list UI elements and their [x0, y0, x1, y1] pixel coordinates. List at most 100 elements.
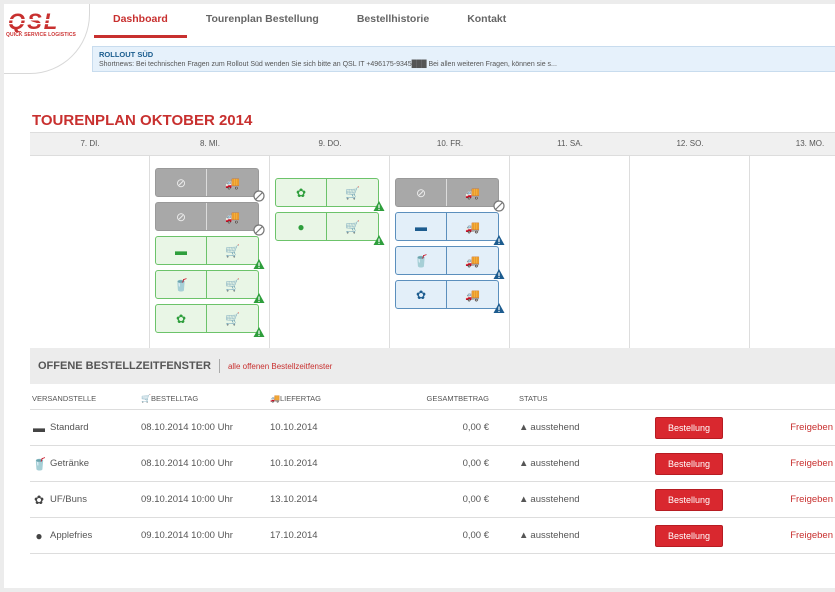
- burger-icon: ▬: [156, 237, 207, 264]
- drink-icon: 🥤: [396, 247, 447, 274]
- burger-icon: ▬: [396, 213, 447, 240]
- tour-tile-order[interactable]: ● 🛒: [275, 212, 385, 245]
- divider: [218, 359, 220, 373]
- day-column: ⊘ 🚚 ▬ 🚚 🥤 🚚 ✿ 🚚: [390, 156, 510, 348]
- truck-icon: 🚚: [225, 209, 240, 224]
- freigeben-link[interactable]: Freigeben: [760, 458, 835, 469]
- col-header-label: LIEFERTAG: [279, 394, 321, 403]
- cell-versandstelle: ▬ Standard: [30, 421, 141, 435]
- tour-tile-delivery[interactable]: ✿ 🚚: [395, 280, 505, 313]
- logo-subtitle: QUICK SERVICE LOGISTICS: [6, 32, 76, 38]
- cart-icon: 🛒: [141, 394, 151, 403]
- cell-versandstelle: 🥤 Getränke: [30, 457, 141, 471]
- warning-icon: [493, 303, 505, 313]
- cell-liefertag: 10.10.2014: [270, 422, 318, 433]
- bestellung-button[interactable]: Bestellung: [655, 416, 723, 439]
- day-column: [510, 156, 630, 348]
- apple-icon: ●: [35, 528, 43, 543]
- logo-container[interactable]: QSL QUICK SERVICE LOGISTICS: [4, 4, 90, 74]
- col-header-bestelltag[interactable]: 🛒BESTELLTAG: [141, 394, 270, 403]
- warning-icon: ▲: [519, 494, 529, 505]
- all-open-orders-link[interactable]: alle offenen Bestellzeitfenster: [228, 362, 332, 371]
- cart-icon: 🛒: [345, 185, 360, 200]
- burger-icon: ▬: [33, 420, 45, 435]
- blocked-icon: [493, 200, 505, 212]
- bestellung-button[interactable]: Bestellung: [655, 524, 723, 547]
- cell-versandstelle: ✿ UF/Buns: [30, 493, 141, 507]
- nav-dashboard[interactable]: Dashboard: [94, 4, 187, 38]
- warning-icon: [253, 259, 265, 269]
- day-column: [750, 156, 835, 348]
- cart-icon: 🛒: [225, 277, 240, 292]
- cell-bestelltag: 09.10.2014 10:00 Uhr: [141, 494, 233, 505]
- nav-kontakt[interactable]: Kontakt: [448, 4, 525, 38]
- cell-order: Bestellung: [618, 452, 760, 475]
- day-header: 7. DI.: [80, 139, 100, 148]
- nav-bestellhistorie[interactable]: Bestellhistorie: [338, 4, 448, 38]
- cell-betrag: 0,00 €: [462, 530, 489, 541]
- tour-tile-order[interactable]: ✿ 🛒: [155, 304, 265, 337]
- day-column: [630, 156, 750, 348]
- section-title: OFFENE BESTELLZEITFENSTER: [38, 360, 211, 372]
- freigeben-link[interactable]: Freigeben: [760, 422, 835, 433]
- warning-icon: [373, 201, 385, 211]
- table-row: 🥤 Getränke 08.10.2014 10:00 Uhr 10.10.201…: [30, 446, 835, 482]
- cart-icon: 🛒: [225, 243, 240, 258]
- tour-tile-unavailable[interactable]: ⊘ 🚚: [155, 168, 265, 202]
- cell-status: ▲ ausstehend: [489, 458, 618, 469]
- status-text: ausstehend: [530, 422, 580, 433]
- truck-icon: 🚚: [465, 253, 480, 268]
- freigeben-link[interactable]: Freigeben: [760, 494, 835, 505]
- day-header: 12. SO.: [676, 139, 704, 148]
- versandstelle-name: Standard: [50, 422, 89, 433]
- blocked-icon: [253, 224, 265, 236]
- svg-text:QSL: QSL: [8, 10, 59, 32]
- news-title: ROLLOUT SÜD: [99, 50, 154, 59]
- warning-icon: ▲: [519, 530, 529, 541]
- cell-liefertag: 17.10.2014: [270, 530, 318, 541]
- versandstelle-name: UF/Buns: [50, 494, 87, 505]
- page: QSL QUICK SERVICE LOGISTICS Dashboard To…: [4, 4, 835, 588]
- day-column: ⊘ 🚚 ⊘ 🚚 ▬ 🛒 🥤 🛒 ✿ 🛒: [150, 156, 270, 348]
- cell-bestelltag: 09.10.2014 10:00 Uhr: [141, 530, 233, 541]
- day-column: [30, 156, 150, 348]
- cell-betrag: 0,00 €: [462, 422, 489, 433]
- cart-icon: 🛒: [225, 311, 240, 326]
- news-banner[interactable]: ROLLOUT SÜD Shortnews: Bei technischen F…: [92, 46, 835, 72]
- bestellung-button[interactable]: Bestellung: [655, 452, 723, 475]
- tour-tile-unavailable[interactable]: ⊘ 🚚: [395, 178, 505, 212]
- disabled-food-icon: ⊘: [156, 203, 207, 230]
- tour-tile-order[interactable]: ▬ 🛒: [155, 236, 265, 269]
- warning-icon: ▲: [519, 458, 529, 469]
- table-row: ▬ Standard 08.10.2014 10:00 Uhr 10.10.201…: [30, 410, 835, 446]
- day-header: 9. DO.: [318, 139, 342, 148]
- day-header: 13. MO.: [795, 139, 825, 148]
- nav-tourenplan-bestellung[interactable]: Tourenplan Bestellung: [187, 4, 338, 38]
- versandstelle-name: Applefries: [50, 530, 93, 541]
- tour-tile-order[interactable]: 🥤 🛒: [155, 270, 265, 303]
- col-header-gesamtbetrag[interactable]: GESAMTBETRAG: [370, 394, 489, 403]
- col-header-liefertag[interactable]: 🚚LIEFERTAG: [270, 394, 370, 403]
- cell-order: Bestellung: [618, 416, 760, 439]
- freigeben-link[interactable]: Freigeben: [760, 530, 835, 541]
- day-header: 8. MI.: [199, 139, 220, 148]
- cell-status: ▲ ausstehend: [489, 494, 618, 505]
- tour-tile-delivery[interactable]: 🥤 🚚: [395, 246, 505, 279]
- table-header: VERSANDSTELLE 🛒BESTELLTAG 🚚LIEFERTAG GES…: [30, 388, 835, 410]
- drink-icon: 🥤: [156, 271, 207, 298]
- tour-calendar: 7. DI. 8. MI. 9. DO. 10. FR. 11. SA. 12.…: [30, 132, 835, 348]
- tour-tile-unavailable[interactable]: ⊘ 🚚: [155, 202, 265, 236]
- cart-icon: 🛒: [345, 219, 360, 234]
- truck-icon: 🚚: [465, 287, 480, 302]
- disabled-food-icon: ⊘: [396, 179, 447, 206]
- bestellung-button[interactable]: Bestellung: [655, 488, 723, 511]
- table-row: ✿ UF/Buns 09.10.2014 10:00 Uhr 13.10.2014…: [30, 482, 835, 518]
- tour-tile-order[interactable]: ✿ 🛒: [275, 178, 385, 211]
- col-header-versandstelle[interactable]: VERSANDSTELLE: [30, 394, 141, 403]
- warning-icon: [493, 269, 505, 279]
- truck-icon: 🚚: [465, 219, 480, 234]
- tour-tile-delivery[interactable]: ▬ 🚚: [395, 212, 505, 245]
- warning-icon: [373, 235, 385, 245]
- cell-betrag: 0,00 €: [462, 458, 489, 469]
- col-header-status[interactable]: STATUS: [489, 394, 618, 403]
